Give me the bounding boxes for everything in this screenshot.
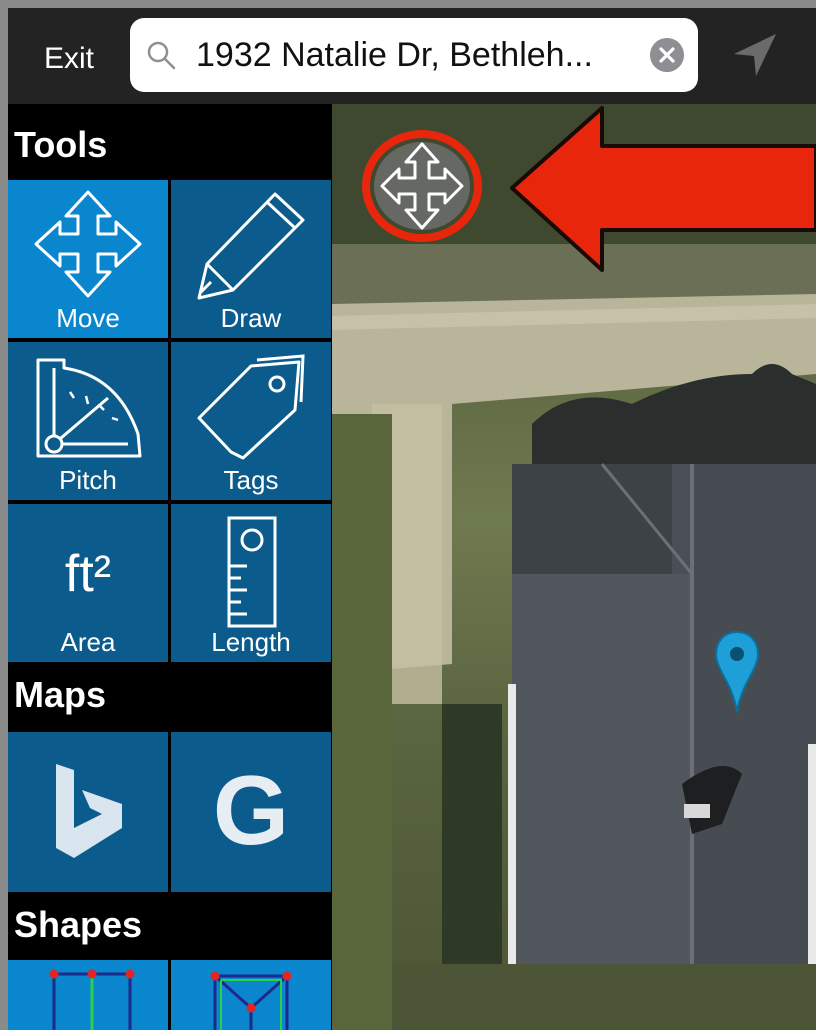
search-icon	[147, 41, 176, 70]
tool-sidebar: Tools Move Draw Pitch Tags ft² Area Leng…	[8, 104, 332, 1030]
maps-heading: Maps	[14, 674, 107, 715]
rectangle-shape-icon	[49, 969, 135, 1030]
google-icon: G	[212, 755, 290, 865]
move-handle-icon[interactable]	[362, 130, 482, 242]
shape-rectangle-button[interactable]	[8, 960, 168, 1030]
tag-icon	[197, 354, 305, 460]
annotation-arrow-icon	[510, 106, 816, 272]
map-bing-button[interactable]	[8, 732, 168, 892]
protractor-icon	[36, 358, 142, 458]
tool-tags[interactable]: Tags	[171, 342, 331, 500]
tool-draw[interactable]: Draw	[171, 180, 331, 338]
tool-tags-label: Tags	[223, 465, 279, 495]
ruler-icon	[227, 516, 277, 628]
tool-area[interactable]: ft² Area	[8, 504, 168, 662]
move-icon	[34, 190, 142, 298]
area-icon: ft²	[64, 545, 112, 603]
location-pin-icon[interactable]	[714, 630, 760, 714]
exit-button[interactable]: Exit	[44, 42, 94, 76]
tool-length[interactable]: Length	[171, 504, 331, 662]
tool-move[interactable]: Move	[8, 180, 168, 338]
app-window: Exit 1932 Natalie Dr, Bethleh... Tools M	[8, 8, 816, 1030]
tools-heading: Tools	[14, 124, 108, 165]
clear-icon[interactable]	[650, 38, 684, 72]
search-input[interactable]: 1932 Natalie Dr, Bethleh...	[196, 36, 593, 75]
map-google-button[interactable]: G	[171, 732, 331, 892]
tool-area-label: Area	[60, 627, 116, 657]
shapes-heading: Shapes	[14, 904, 143, 945]
tool-move-label: Move	[56, 303, 120, 333]
satellite-map[interactable]	[332, 104, 816, 1030]
pencil-icon	[197, 192, 305, 300]
hip-roof-shape-icon	[210, 971, 292, 1030]
shape-hip-roof-button[interactable]	[171, 960, 331, 1030]
search-field[interactable]: 1932 Natalie Dr, Bethleh...	[130, 18, 698, 92]
tool-draw-label: Draw	[220, 303, 282, 333]
tool-length-label: Length	[211, 627, 291, 657]
tool-pitch[interactable]: Pitch	[8, 342, 168, 500]
location-arrow-icon[interactable]	[730, 32, 778, 80]
bing-icon	[56, 764, 122, 858]
tool-pitch-label: Pitch	[59, 465, 117, 495]
top-bar: Exit 1932 Natalie Dr, Bethleh...	[8, 8, 816, 104]
